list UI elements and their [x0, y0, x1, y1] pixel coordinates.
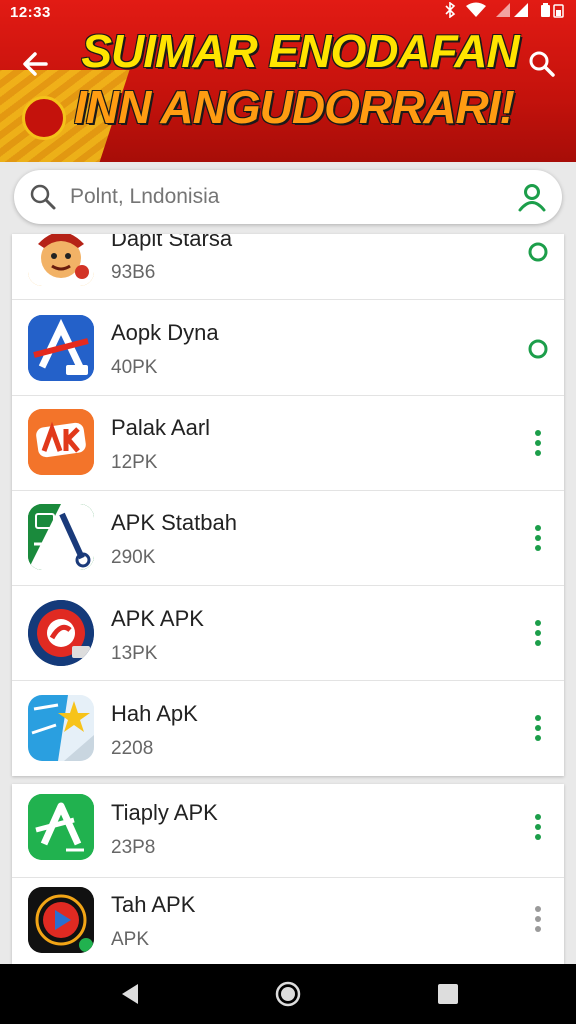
list-item[interactable]: Palak Aarl 12PK — [12, 397, 564, 491]
status-circle-icon[interactable] — [524, 335, 552, 363]
blue-a-icon — [28, 315, 94, 381]
app-size: 40PK — [111, 357, 158, 378]
more-dots-icon[interactable] — [524, 905, 552, 933]
star-map-icon — [28, 695, 94, 761]
play-icon — [28, 887, 94, 953]
banner-badge-icon — [22, 96, 66, 140]
app-list-card: Daplt Starsa 93B6 Aopk Dyna 40PK Palak A… — [12, 234, 564, 776]
list-item[interactable]: Tah APK APK — [12, 878, 564, 964]
more-dots-icon[interactable] — [524, 619, 552, 647]
app-size: 93B6 — [111, 262, 156, 283]
search-icon — [30, 184, 56, 210]
app-name: APK APK — [111, 606, 204, 631]
status-bar: 12:33 — [0, 0, 576, 24]
banner-line1: SUIMAR ENODAFAN — [81, 25, 519, 77]
list-item[interactable]: Daplt Starsa 93B6 — [12, 234, 564, 300]
face-icon — [28, 234, 94, 286]
bluetooth-icon — [444, 1, 456, 22]
back-button[interactable] — [16, 44, 56, 84]
navigation-bar — [0, 964, 576, 1024]
header-banner: 12:33 SUIMAR ENODAFAN INN ANGUDORRARI! — [0, 0, 576, 162]
app-size: 2208 — [111, 738, 154, 759]
app-size: 13PK — [111, 643, 158, 664]
app-name: Tiaply APK — [111, 800, 218, 825]
app-size: APK — [111, 929, 150, 950]
app-name: Hah ApK — [111, 701, 198, 726]
search-icon — [529, 51, 555, 77]
battery-icon — [540, 2, 566, 22]
more-dots-icon[interactable] — [524, 524, 552, 552]
arrow-left-icon — [23, 52, 48, 76]
app-size: 23P8 — [111, 837, 156, 858]
status-time: 12:33 — [10, 3, 51, 21]
more-dots-icon[interactable] — [524, 813, 552, 841]
more-dots-icon[interactable] — [524, 429, 552, 457]
banner-line2: INN ANGUDORRARI! — [74, 81, 515, 133]
app-name: APK Statbah — [111, 510, 237, 535]
app-list-card: Tiaply APK 23P8 Tah APK APK — [12, 784, 564, 964]
profile-icon[interactable] — [516, 181, 548, 213]
list-item[interactable]: Aopk Dyna 40PK — [12, 302, 564, 396]
more-dots-icon[interactable] — [524, 714, 552, 742]
red-seal-icon — [28, 600, 94, 666]
search-input[interactable] — [58, 185, 516, 209]
app-size: 12PK — [111, 452, 158, 473]
signal-icon — [496, 2, 530, 22]
list-item[interactable]: APK Statbah 290K — [12, 492, 564, 586]
status-circle-icon[interactable] — [524, 238, 552, 266]
nav-home-icon[interactable] — [274, 980, 302, 1008]
header-search-button[interactable] — [522, 44, 562, 84]
app-name: Daplt Starsa — [111, 234, 233, 251]
banner-title: SUIMAR ENODAFAN INN ANGUDORRARI! — [74, 25, 520, 130]
green-wrench-icon — [28, 504, 94, 570]
app-name: Tah APK — [111, 892, 196, 917]
nav-back-icon[interactable] — [116, 980, 144, 1008]
wifi-icon — [466, 2, 486, 22]
green-a-icon — [28, 794, 94, 860]
app-size: 290K — [111, 547, 156, 568]
list-item[interactable]: Hah ApK 2208 — [12, 682, 564, 776]
orange-ak-icon — [28, 409, 94, 475]
list-item[interactable]: APK APK 13PK — [12, 587, 564, 681]
search-bar[interactable] — [14, 170, 562, 224]
nav-recents-icon[interactable] — [434, 980, 462, 1008]
list-item[interactable]: Tiaply APK 23P8 — [12, 784, 564, 878]
app-name: Aopk Dyna — [111, 320, 219, 345]
app-name: Palak Aarl — [111, 415, 211, 440]
status-icons — [444, 1, 566, 22]
